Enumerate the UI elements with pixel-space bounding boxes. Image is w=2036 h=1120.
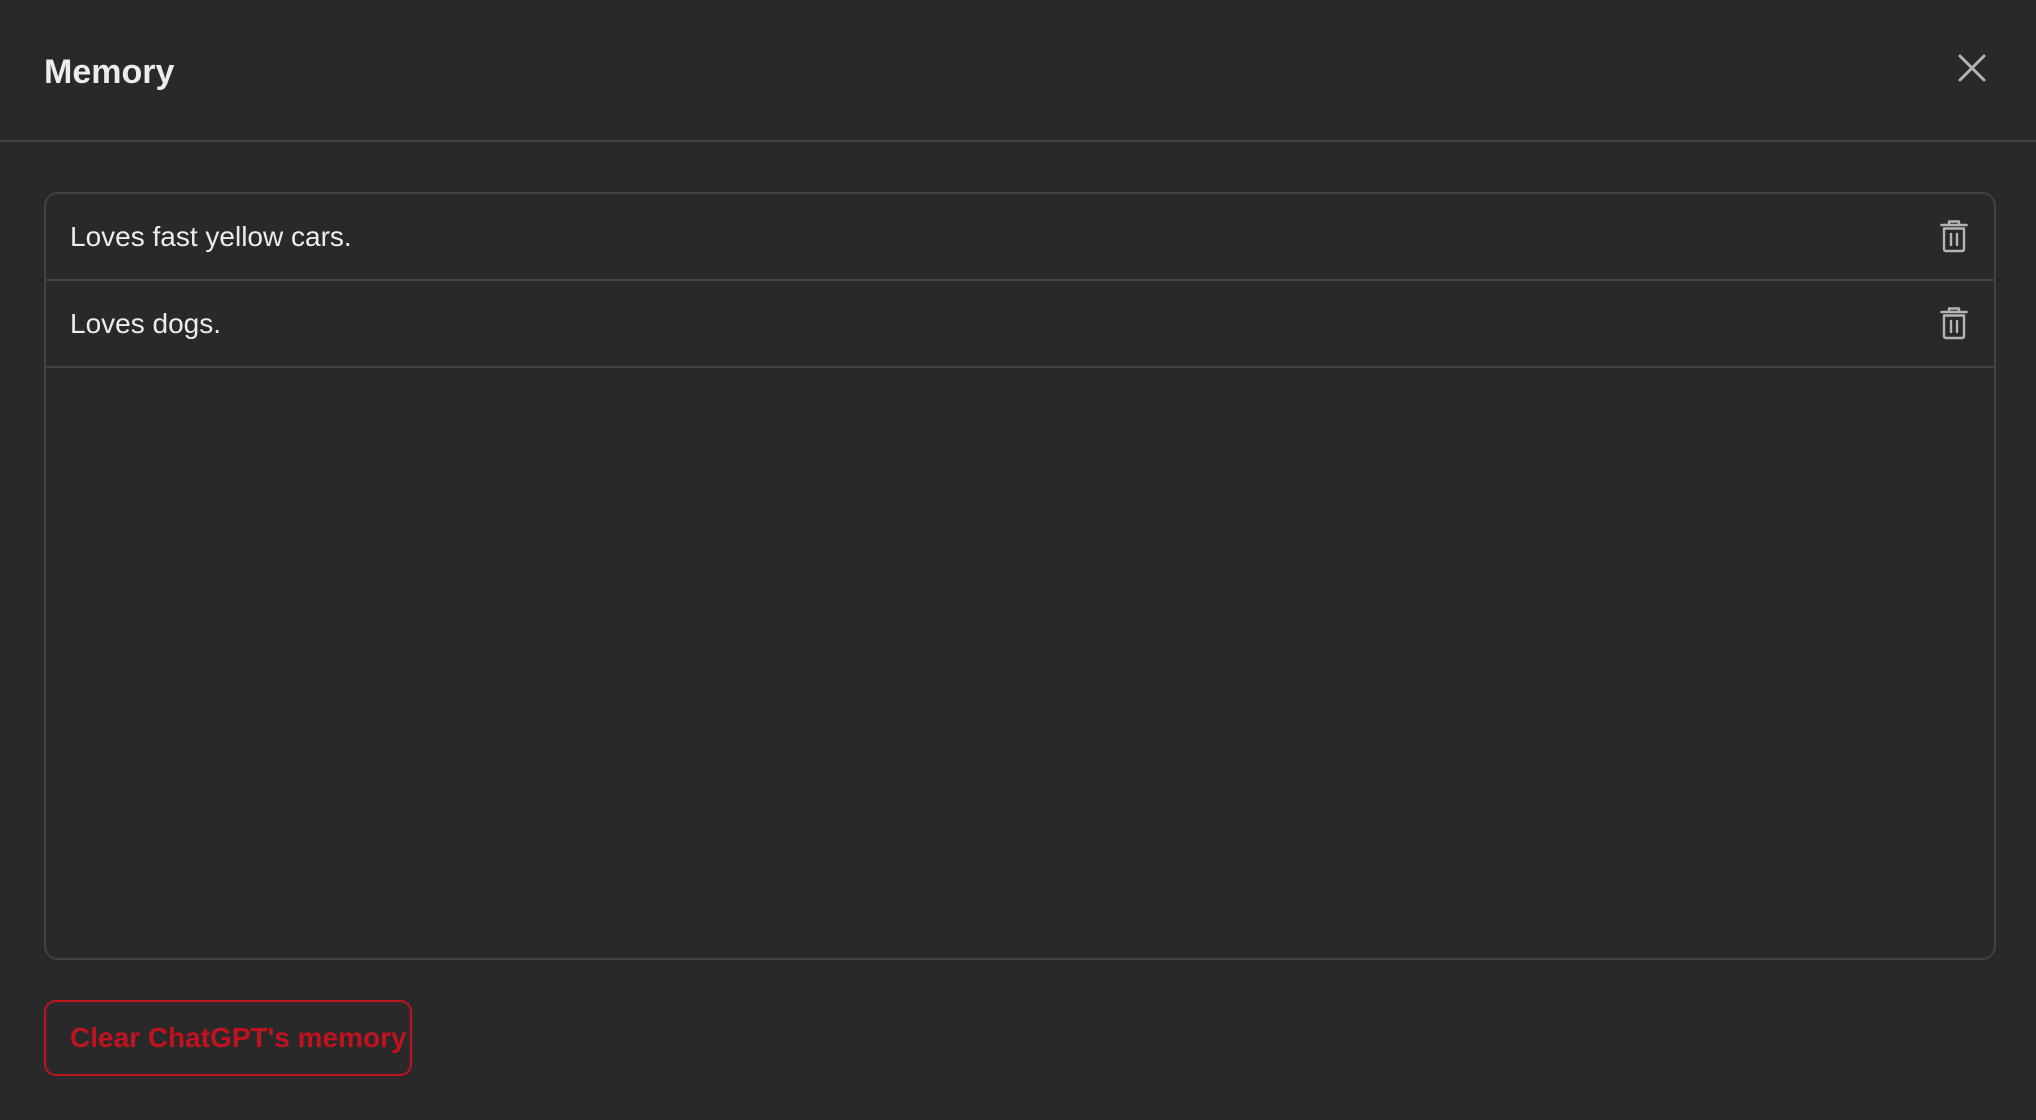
memory-text: Loves fast yellow cars. (70, 221, 352, 252)
delete-memory-button[interactable] (1936, 305, 1972, 341)
clear-memory-button[interactable]: Clear ChatGPT's memory (44, 1000, 412, 1076)
delete-memory-button[interactable] (1936, 218, 1972, 254)
dialog-header: Memory (0, 0, 2036, 142)
trash-icon (1940, 307, 1968, 340)
close-button[interactable] (1950, 46, 1994, 90)
memory-item: Loves fast yellow cars. (46, 194, 1994, 281)
memory-list: Loves fast yellow cars. Loves dogs. (44, 192, 1996, 960)
dialog-title: Memory (44, 53, 175, 91)
memory-item: Loves dogs. (46, 281, 1994, 368)
memory-text: Loves dogs. (70, 308, 221, 339)
trash-icon (1940, 220, 1968, 253)
memory-dialog: Memory Loves fast yellow cars. Loves dog… (0, 0, 2036, 1120)
close-icon (1958, 54, 1986, 82)
